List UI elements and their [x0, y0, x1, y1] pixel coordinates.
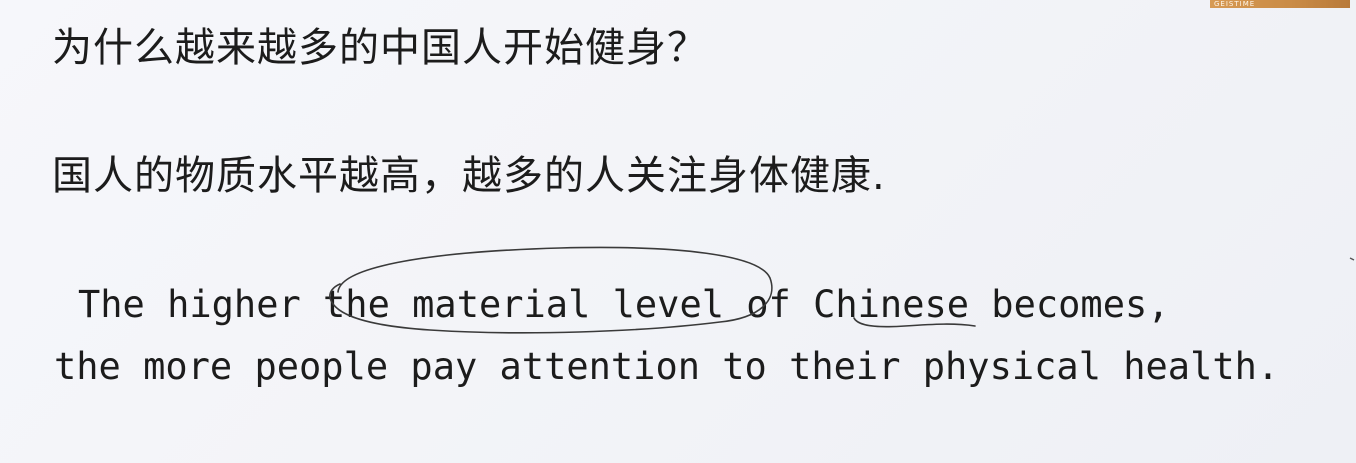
answer-english-line-2: the more people pay attention to their p…: [54, 345, 1280, 388]
answer-english: The higher the material level of Chinese…: [54, 274, 1279, 398]
slide-canvas: GEISTIME 为什么越来越多的中国人开始健身？ 国人的物质水平越高，越多的人…: [0, 0, 1356, 463]
answer-chinese: 国人的物质水平越高，越多的人关注身体健康.: [52, 153, 886, 199]
watermark-logo: GEISTIME: [1210, 0, 1350, 8]
stray-mark: [1349, 257, 1355, 261]
question-title: 为什么越来越多的中国人开始健身？: [52, 25, 708, 71]
answer-english-line-1: The higher the material level of Chinese…: [78, 283, 1170, 326]
